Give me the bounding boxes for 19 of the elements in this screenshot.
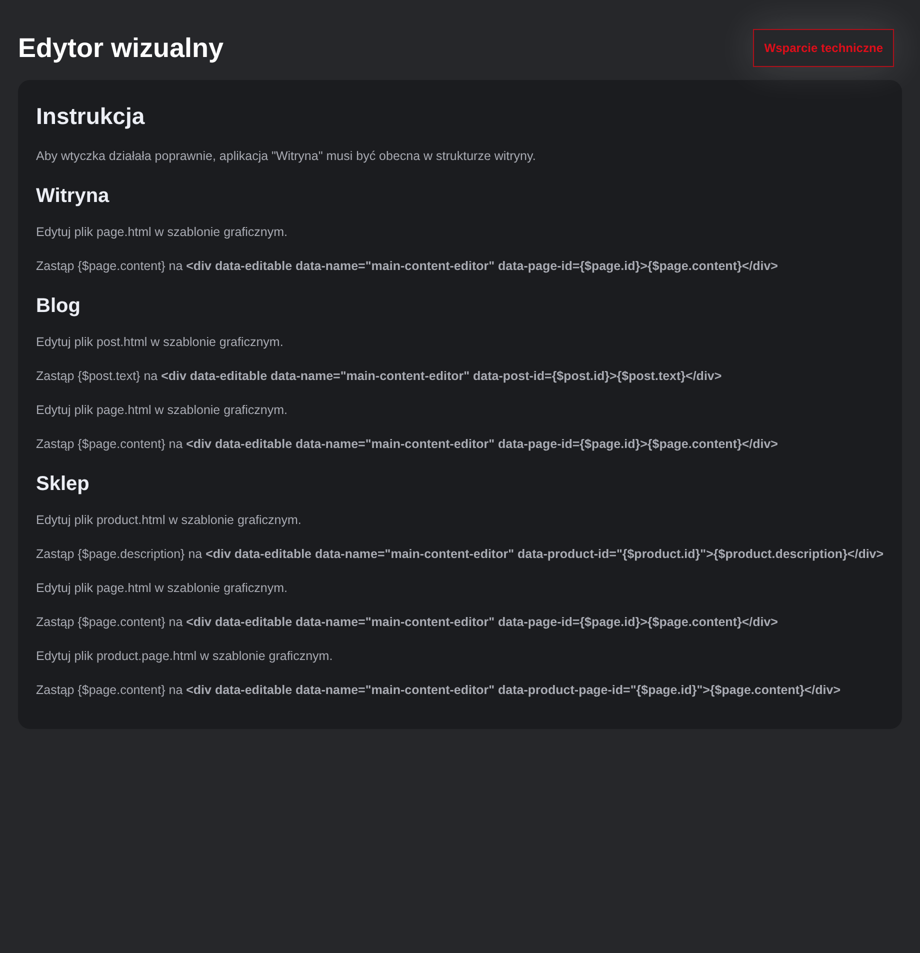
instruction-text: Aby wtyczka działała poprawnie, aplikacja "Witryna" musi być obecna w strukturze witryny.: [36, 148, 537, 165]
instruction-text: Zastąp {$page.description} na <div data-editable data-name="main-content-editor" data-product-id="{$product.id}">{$product.description}</div>: [36, 546, 884, 563]
instruction-text: Edytuj plik post.html w szablonie graficznym.: [36, 334, 284, 351]
instruction-text: Edytuj plik product.page.html w szablonie graficznym.: [36, 648, 334, 665]
section-heading: Instrukcja: [36, 102, 146, 131]
page-title: Edytor wizualny: [18, 34, 224, 62]
instruction-text: Edytuj plik page.html w szablonie graficznym.: [36, 580, 289, 597]
instruction-text: Zastąp {$page.content} na <div data-editable data-name="main-content-editor" data-product-page-id="{$page.id}">{$page.content}</div>: [36, 682, 842, 699]
instruction-text: Edytuj plik page.html w szablonie graficznym.: [36, 224, 289, 241]
instruction-text: Zastąp {$post.text} na <div data-editable data-name="main-content-editor" data-post-id={$post.id}>{$post.text}</div>: [36, 368, 723, 385]
section-heading: Sklep: [36, 472, 90, 497]
section-heading: Blog: [36, 294, 82, 319]
support-button[interactable]: Wsparcie techniczne: [753, 29, 894, 67]
instruction-text: Zastąp {$page.content} na <div data-editable data-name="main-content-editor" data-page-id={$page.id}>{$page.content}</div>: [36, 258, 779, 275]
instruction-text: Zastąp {$page.content} na <div data-editable data-name="main-content-editor" data-page-id={$page.id}>{$page.content}</div>: [36, 614, 779, 631]
section-heading: Witryna: [36, 184, 110, 209]
instruction-text: Edytuj plik page.html w szablonie graficznym.: [36, 402, 289, 419]
instruction-text: Zastąp {$page.content} na <div data-editable data-name="main-content-editor" data-page-id={$page.id}>{$page.content}</div>: [36, 436, 779, 453]
instruction-text: Edytuj plik product.html w szablonie graficznym.: [36, 512, 302, 529]
